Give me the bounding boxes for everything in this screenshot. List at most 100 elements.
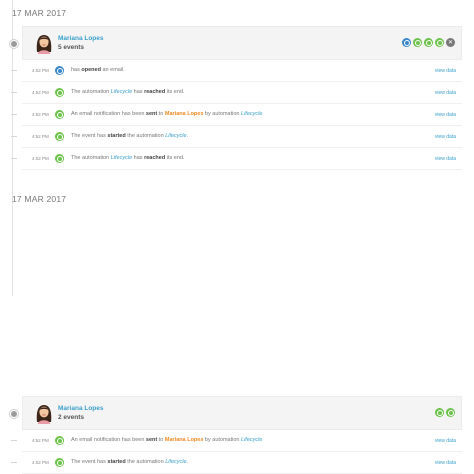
- contact-header[interactable]: Mariana Lopes 5 events ✕: [10, 26, 462, 60]
- event-text: sent: [145, 437, 158, 443]
- event-row: 4:52 PM has opened an email. view data: [11, 60, 462, 82]
- timeline-node: [10, 40, 18, 48]
- event-text: its end.: [165, 155, 185, 161]
- event-text: The event has: [71, 133, 108, 139]
- view-data-link[interactable]: view data: [435, 460, 456, 466]
- timeline-tick: [11, 462, 17, 463]
- view-data-link[interactable]: view data: [435, 68, 456, 74]
- event-text: by automation: [203, 437, 242, 443]
- event-text: to: [157, 111, 165, 117]
- event-row: 4:52 PM The event has started the automat…: [11, 452, 462, 474]
- event-row: 4:52 PM An email notification has been se…: [11, 430, 462, 452]
- event-row: 4:52 PM The automation Lifecycle has reac…: [11, 82, 462, 104]
- automation-link[interactable]: Lifecycle: [111, 89, 132, 95]
- avatar: [36, 405, 52, 424]
- contact-name[interactable]: Mariana Lopes: [58, 35, 104, 42]
- view-data-link[interactable]: view data: [435, 156, 456, 162]
- event-text: an email.: [100, 67, 125, 73]
- event-text: The event has: [71, 459, 108, 465]
- event-text: started: [107, 133, 126, 139]
- automation-icon: [55, 88, 64, 97]
- event-text: reached: [144, 89, 166, 95]
- event-time: 4:52 PM: [32, 112, 49, 117]
- event-text: .: [186, 459, 189, 465]
- event-time: 4:52 PM: [32, 68, 49, 73]
- view-data-link[interactable]: view data: [435, 112, 456, 118]
- email-opened-icon: [402, 38, 411, 47]
- event-description: An email notification has been sent to M…: [71, 437, 262, 443]
- event-time: 4:52 PM: [32, 438, 49, 443]
- automation-link[interactable]: Lifecycle: [111, 155, 132, 161]
- event-text: The automation: [71, 155, 111, 161]
- event-time: 4:52 PM: [32, 90, 49, 95]
- event-text: .: [186, 133, 189, 139]
- view-data-link[interactable]: view data: [435, 90, 456, 96]
- timeline-tick: [11, 440, 17, 441]
- event-text: to: [157, 437, 165, 443]
- event-description: has opened an email.: [71, 67, 125, 73]
- event-badges: [435, 408, 455, 417]
- event-text: sent: [145, 111, 158, 117]
- event-text: the automation: [125, 459, 166, 465]
- automation-icon: [55, 154, 64, 163]
- event-text: has: [132, 89, 145, 95]
- timeline-tick: [11, 158, 17, 159]
- automation-icon: [55, 110, 64, 119]
- event-text: the automation: [125, 133, 166, 139]
- event-description: The event has started the automation Lif…: [71, 459, 188, 465]
- event-row: 4:52 PM An email notification has been se…: [11, 104, 462, 126]
- event-list: 4:52 PM has opened an email. view data 4:52…: [11, 60, 462, 170]
- contact-link[interactable]: Mariana Lopes: [165, 111, 204, 117]
- automation-icon: [424, 38, 433, 47]
- event-text: started: [107, 459, 126, 465]
- contact-card: Mariana Lopes 5 events ✕ 4:52 PM has open…: [10, 26, 462, 170]
- event-text: An email notification has been: [71, 437, 146, 443]
- timeline-node: [10, 410, 18, 418]
- contact-link[interactable]: Mariana Lopes: [165, 437, 204, 443]
- event-description: The automation Lifecycle has reached its…: [71, 155, 184, 161]
- event-text: The automation: [71, 89, 111, 95]
- automation-icon: [55, 132, 64, 141]
- event-time: 4:52 PM: [32, 134, 49, 139]
- event-time: 4:52 PM: [32, 460, 49, 465]
- automation-link[interactable]: Lifecycle: [165, 133, 186, 139]
- automation-icon: [435, 38, 444, 47]
- event-text: opened: [81, 67, 101, 73]
- event-text: has: [71, 67, 82, 73]
- timeline-tick: [11, 70, 17, 71]
- timeline-tick: [11, 136, 17, 137]
- event-description: An email notification has been sent to M…: [71, 111, 262, 117]
- automation-icon: [55, 458, 64, 467]
- event-description: The automation Lifecycle has reached its…: [71, 89, 184, 95]
- timeline-tick: [11, 114, 17, 115]
- event-badges: ✕: [402, 38, 455, 47]
- automation-icon: [446, 408, 455, 417]
- close-icon[interactable]: ✕: [446, 38, 455, 47]
- event-text: has: [132, 155, 145, 161]
- event-count: 5 events: [58, 44, 85, 51]
- event-time: 4:52 PM: [32, 156, 49, 161]
- contact-name[interactable]: Mariana Lopes: [58, 405, 104, 412]
- date-label: 17 MAR 2017: [12, 194, 67, 204]
- event-text: its end.: [165, 89, 185, 95]
- view-data-link[interactable]: view data: [435, 134, 456, 140]
- contact-card: Mariana Lopes 2 events 4:52 PM An email n…: [10, 396, 462, 474]
- contact-header[interactable]: Mariana Lopes 2 events: [10, 396, 462, 430]
- event-row: 4:52 PM The automation Lifecycle has reac…: [11, 148, 462, 170]
- avatar: [36, 35, 52, 54]
- automation-icon: [413, 38, 422, 47]
- date-label: 17 MAR 2017: [12, 8, 67, 18]
- event-text: by automation: [203, 111, 242, 117]
- automation-icon: [435, 408, 444, 417]
- event-description: The event has started the automation Lif…: [71, 133, 188, 139]
- event-text: An email notification has been: [71, 111, 146, 117]
- timeline-tick: [11, 92, 17, 93]
- event-row: 4:52 PM The event has started the automat…: [11, 126, 462, 148]
- email-opened-icon: [55, 66, 64, 75]
- automation-link[interactable]: Lifecycle: [241, 111, 262, 117]
- event-count: 2 events: [58, 414, 85, 421]
- automation-link[interactable]: Lifecycle: [241, 437, 262, 443]
- automation-link[interactable]: Lifecycle: [165, 459, 186, 465]
- automation-icon: [55, 436, 64, 445]
- view-data-link[interactable]: view data: [435, 438, 456, 444]
